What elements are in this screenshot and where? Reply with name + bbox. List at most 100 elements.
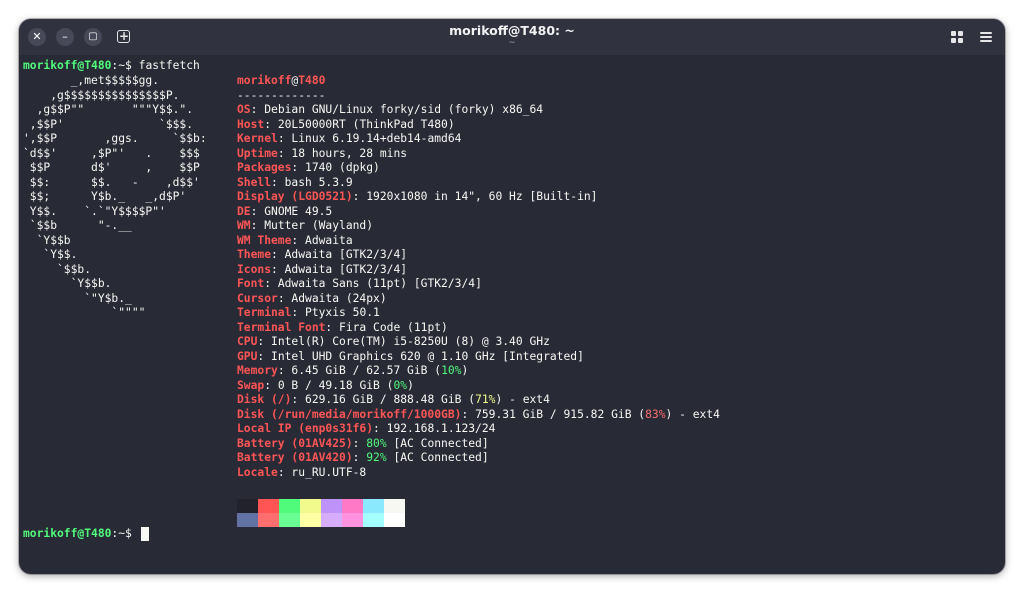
info-row: Disk (/run/media/morikoff/1000GB): 759.3… [237, 407, 720, 421]
palette-swatch [321, 499, 342, 513]
info-value: Adwaita Sans (11pt) [GTK2/3/4] [277, 277, 482, 290]
info-value: Adwaita (24px) [291, 291, 387, 305]
palette-swatch [237, 499, 258, 513]
info-key: GPU [237, 349, 258, 363]
logo-line: `d$$' ,$P"' . $$$ [23, 146, 200, 160]
prompt-user: morikoff@T480 [23, 59, 112, 72]
header-host: T480 [298, 74, 326, 87]
info-row: Swap: 0 B / 49.18 GiB (0%) [237, 378, 414, 392]
logo-line: ,$$P' `$$$. [23, 117, 194, 131]
logo-line: `Y$$. [23, 248, 78, 261]
info-value: 629.16 GiB / 888.48 GiB ( [305, 393, 476, 406]
info-key: Swap [237, 378, 265, 392]
window-subtitle: ~ [508, 38, 516, 48]
info-row: Battery (01AV420): 92% [AC Connected] [237, 451, 489, 464]
info-key: Font [237, 277, 265, 290]
info-row: Battery (01AV425): 80% [AC Connected] [237, 436, 489, 450]
info-value: [AC Connected] [386, 451, 489, 464]
info-row: Shell: bash 5.3.9 [237, 175, 353, 189]
command-line: morikoff@T480:~$ fastfetch [23, 59, 200, 73]
info-key: Memory [237, 364, 278, 377]
info-key: Theme [237, 248, 272, 261]
palette-swatch [363, 499, 384, 513]
info-value: 0 B / 49.18 GiB ( [277, 378, 394, 392]
info-value: Intel UHD Graphics 620 @ 1.10 GHz [Integ… [271, 349, 584, 363]
palette-swatch-bright [300, 513, 321, 527]
logo-line: `Y$$b [23, 233, 71, 247]
prompt-suffix-2: :~$ [111, 527, 132, 540]
info-value: Intel(R) Core(TM) i5-8250U (8) @ 3.40 GH… [271, 335, 550, 348]
terminal-content[interactable]: morikoff@T480:~$ fastfetch _,met$$$$$gg.… [19, 55, 1005, 574]
info-row: Cursor: Adwaita (24px) [237, 291, 387, 305]
info-value: Adwaita [305, 233, 353, 247]
info-key: Battery (01AV420) [237, 451, 353, 464]
tab-overview-icon[interactable] [947, 27, 967, 47]
info-row: Packages: 1740 (dpkg) [237, 161, 380, 174]
header-user: morikoff [237, 74, 292, 87]
info-value: [AC Connected] [386, 436, 489, 450]
info-percent: 10% [441, 364, 462, 377]
logo-line: ',$$P ,ggs. `$$b: [23, 132, 207, 145]
info-value: ) - ext4 [495, 393, 550, 406]
prompt-suffix: :~$ [111, 59, 132, 72]
info-row: GPU: Intel UHD Graphics 620 @ 1.10 GHz [… [237, 349, 584, 363]
info-value: ru_RU.UTF-8 [291, 465, 367, 479]
info-key: Terminal Font [237, 320, 326, 334]
info-row: WM: Mutter (Wayland) [237, 219, 374, 232]
logo-line: $$; Y$b._ _,d$P' [23, 190, 187, 203]
info-value: Linux 6.19.14+deb14-amd64 [291, 132, 462, 145]
terminal-window: ✕ – ▢ + morikoff@T480: ~ ~ morikoff@T480… [19, 19, 1005, 574]
info-percent: 0% [393, 378, 408, 392]
info-value: bash 5.3.9 [284, 175, 353, 189]
info-key: Kernel [237, 132, 278, 145]
info-row: Disk (/): 629.16 GiB / 888.48 GiB (71%) … [237, 393, 550, 406]
info-separator: ------------- [237, 88, 326, 102]
info-key: Icons [237, 262, 272, 276]
info-row: Display (LGD0521): 1920x1080 in 14", 60 … [237, 190, 598, 203]
info-value: 20L50000RT (ThinkPad T480) [277, 117, 455, 131]
info-row: OS: Debian GNU/Linux forky/sid (forky) x… [237, 103, 544, 116]
logo-line: $$P d$' , $$P [23, 161, 200, 174]
palette-swatch [384, 499, 405, 513]
info-value: 18 hours, 28 mins [291, 146, 408, 160]
text-cursor [141, 527, 149, 541]
info-value: ) [407, 378, 414, 392]
palette-swatch [300, 499, 321, 513]
palette-swatch [258, 499, 279, 513]
logo-line: `"Y$b._ [23, 291, 132, 305]
info-value: 192.168.1.123/24 [386, 422, 496, 435]
info-value: ) - ext4 [665, 407, 720, 421]
info-row: CPU: Intel(R) Core(TM) i5-8250U (8) @ 3.… [237, 335, 550, 348]
info-value: Adwaita [GTK2/3/4] [284, 262, 408, 276]
palette-swatch [279, 499, 300, 513]
info-percent: 71% [475, 393, 496, 406]
info-key: Display (LGD0521) [237, 190, 353, 203]
info-row: Host: 20L50000RT (ThinkPad T480) [237, 117, 455, 131]
info-key: Local IP (enp0s31f6) [237, 422, 374, 435]
logo-line: $$: $$. - ,d$$' [23, 175, 200, 189]
window-title: morikoff@T480: ~ [449, 23, 575, 38]
prompt-line: morikoff@T480:~$ [23, 527, 139, 541]
info-percent: 83% [645, 407, 666, 421]
info-row: Terminal Font: Fira Code (11pt) [237, 320, 448, 334]
info-key: Battery (01AV425) [237, 436, 353, 450]
info-key: Host [237, 117, 265, 131]
info-row: Locale: ru_RU.UTF-8 [237, 465, 367, 479]
palette-swatch-bright [321, 513, 342, 527]
info-row: Memory: 6.45 GiB / 62.57 GiB (10%) [237, 364, 469, 377]
info-value: 759.31 GiB / 915.82 GiB ( [475, 407, 646, 421]
info-percent: 92% [366, 451, 387, 464]
info-row: WM Theme: Adwaita [237, 233, 353, 247]
info-value: 1740 (dpkg) [305, 161, 380, 174]
info-value: Mutter (Wayland) [264, 219, 374, 232]
info-key: Shell [237, 175, 272, 189]
palette-swatch-bright [237, 513, 258, 527]
title-bar[interactable]: ✕ – ▢ + morikoff@T480: ~ ~ [19, 19, 1005, 55]
info-row: DE: GNOME 49.5 [237, 204, 333, 218]
info-value: Fira Code (11pt) [339, 320, 448, 334]
palette-swatch-bright [384, 513, 405, 527]
hamburger-menu-icon[interactable] [977, 27, 997, 47]
info-row: Local IP (enp0s31f6): 192.168.1.123/24 [237, 422, 496, 435]
info-value: Adwaita [GTK2/3/4] [284, 248, 408, 261]
info-key: CPU [237, 335, 258, 348]
